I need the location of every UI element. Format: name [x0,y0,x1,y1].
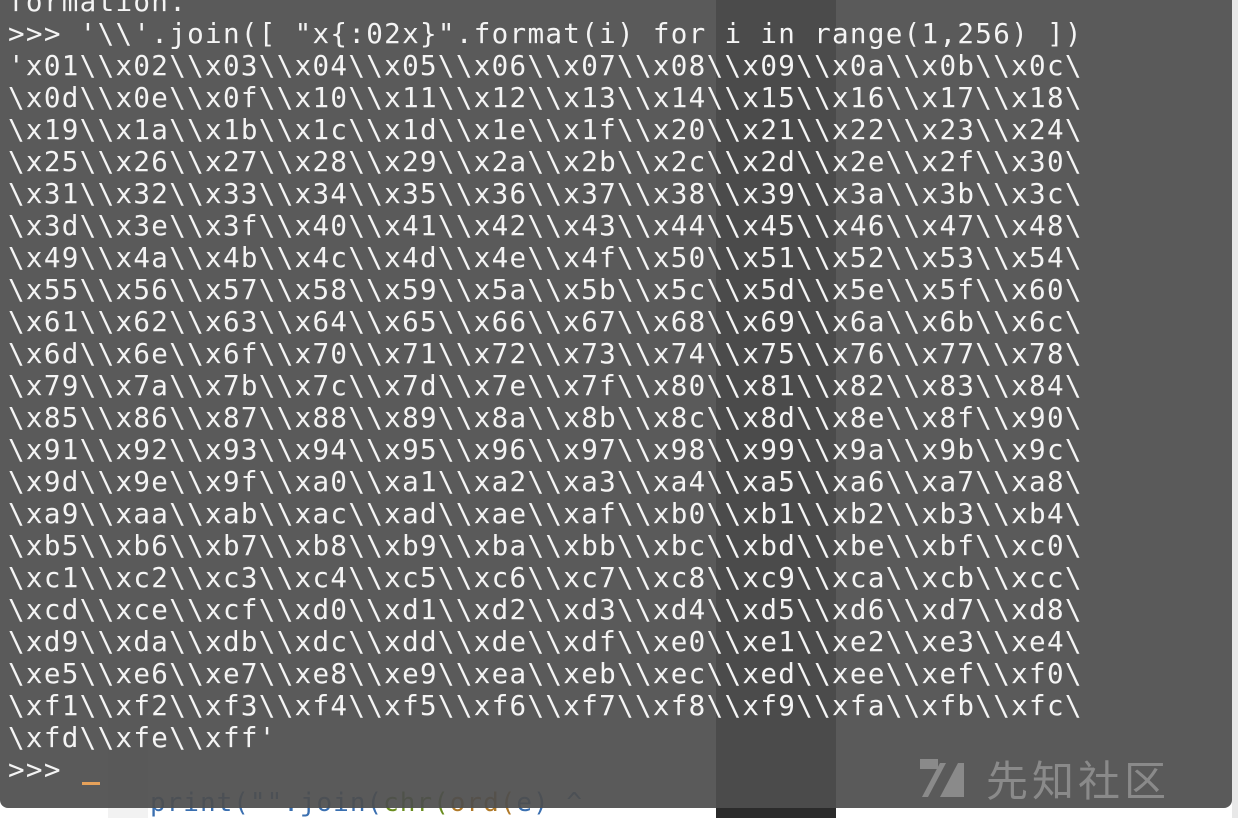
screen: print("".join(chr(ord(e) ^ formation.>>>… [0,0,1238,818]
terminal-output[interactable]: formation. >>> '\\'.join([ "x{:02x}".form… [0,0,1232,786]
terminal-line: \xd9\\xda\\xdb\\xdc\\xdd\\xde\\xdf\\xe0\… [8,625,1083,658]
terminal-line: \xc1\\xc2\\xc3\\xc4\\xc5\\xc6\\xc7\\xc8\… [8,561,1083,594]
terminal-line: \x25\\x26\\x27\\x28\\x29\\x2a\\x2b\\x2c\… [8,145,1083,178]
terminal-line: \xcd\\xce\\xcf\\xd0\\xd1\\xd2\\xd3\\xd4\… [8,593,1083,626]
terminal-line: 'x01\\x02\\x03\\x04\\x05\\x06\\x07\\x08\… [8,49,1083,82]
terminal-line: \x61\\x62\\x63\\x64\\x65\\x66\\x67\\x68\… [8,305,1083,338]
logo-icon [920,758,964,797]
terminal-line: \x9d\\x9e\\x9f\\xa0\\xa1\\xa2\\xa3\\xa4\… [8,465,1083,498]
terminal-line: \xe5\\xe6\\xe7\\xe8\\xe9\\xea\\xeb\\xec\… [8,657,1083,690]
terminal-line: formation. [8,0,188,18]
window-edge [1232,0,1238,818]
terminal-command-line: >>> '\\'.join([ "x{:02x}".format(i) for … [8,17,1083,50]
terminal-prompt: >>> [8,753,80,786]
terminal-line: \x85\\x86\\x87\\x88\\x89\\x8a\\x8b\\x8c\… [8,401,1083,434]
watermark-text: 先知社区 [986,757,1171,806]
terminal-line: \xa9\\xaa\\xab\\xac\\xad\\xae\\xaf\\xb0\… [8,497,1083,530]
terminal-line: \x55\\x56\\x57\\x58\\x59\\x5a\\x5b\\x5c\… [8,273,1083,306]
terminal-line: \x31\\x32\\x33\\x34\\x35\\x36\\x37\\x38\… [8,177,1083,210]
terminal-line: \xf1\\xf2\\xf3\\xf4\\xf5\\xf6\\xf7\\xf8\… [8,689,1083,722]
terminal-line: \x6d\\x6e\\x6f\\x70\\x71\\x72\\x73\\x74\… [8,337,1083,370]
terminal-line: \xb5\\xb6\\xb7\\xb8\\xb9\\xba\\xbb\\xbc\… [8,529,1083,562]
terminal-window[interactable]: formation. >>> '\\'.join([ "x{:02x}".form… [0,0,1232,808]
terminal-line: \x3d\\x3e\\x3f\\x40\\x41\\x42\\x43\\x44\… [8,209,1083,242]
watermark: 先知社区 [920,748,1170,809]
text-cursor [81,782,100,785]
terminal-line: \x19\\x1a\\x1b\\x1c\\x1d\\x1e\\x1f\\x20\… [8,113,1083,146]
terminal-line: \x0d\\x0e\\x0f\\x10\\x11\\x12\\x13\\x14\… [8,81,1083,114]
terminal-line: \x49\\x4a\\x4b\\x4c\\x4d\\x4e\\x4f\\x50\… [8,241,1083,274]
terminal-line: \x91\\x92\\x93\\x94\\x95\\x96\\x97\\x98\… [8,433,1083,466]
terminal-line: \x79\\x7a\\x7b\\x7c\\x7d\\x7e\\x7f\\x80\… [8,369,1083,402]
